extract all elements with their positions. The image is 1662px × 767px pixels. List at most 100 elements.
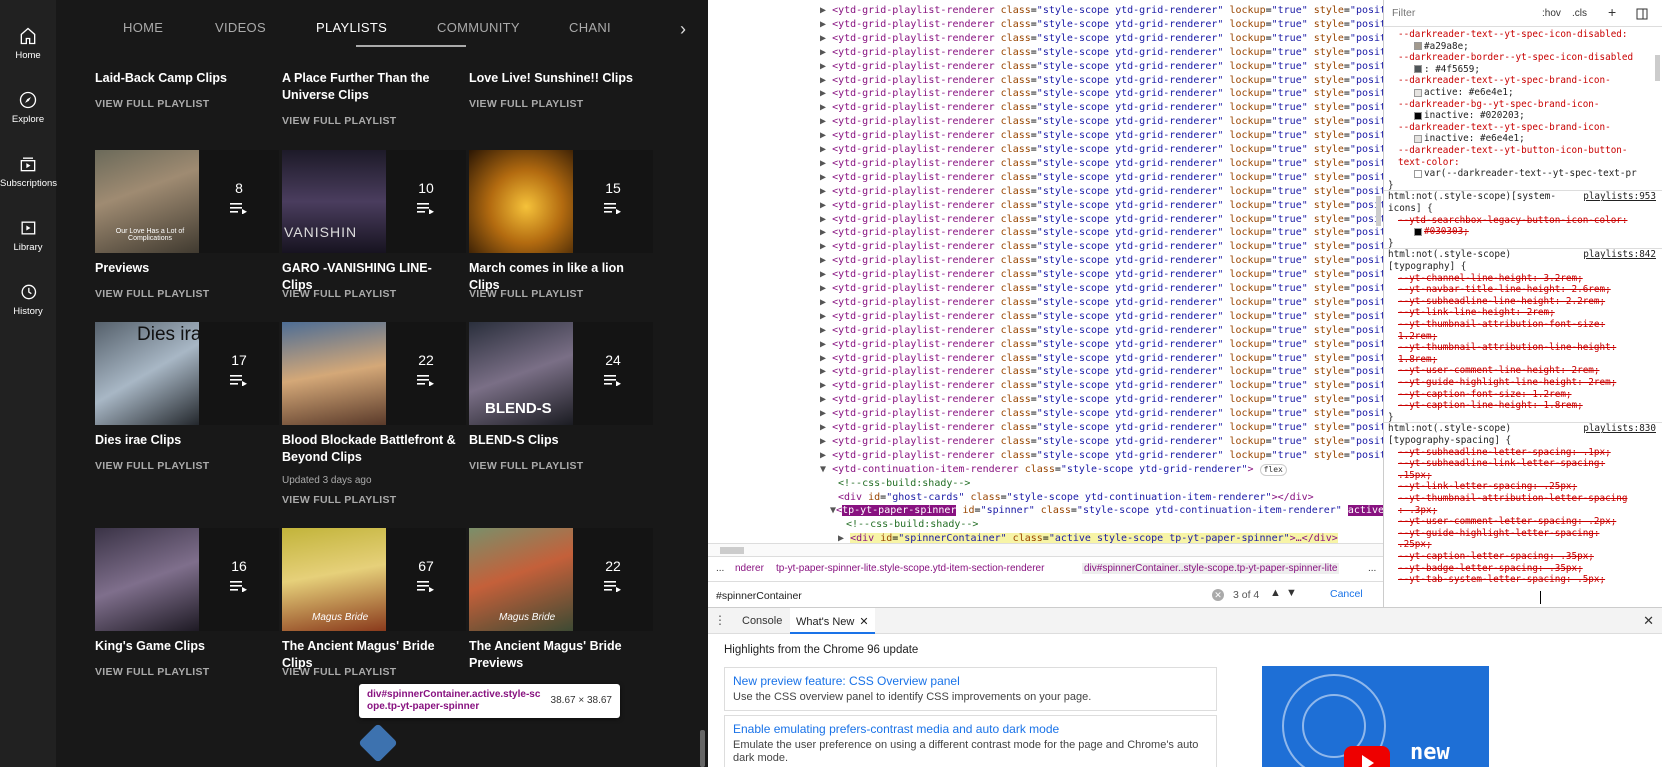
dom-node-line[interactable]: ▶ <ytd-grid-playlist-renderer class="sty…	[820, 352, 1383, 366]
dom-node-line[interactable]: ▶ <ytd-grid-playlist-renderer class="sty…	[820, 32, 1383, 46]
playlist-title[interactable]: Laid-Back Camp Clips	[95, 70, 277, 87]
view-full-playlist-link[interactable]: VIEW FULL PLAYLIST	[469, 460, 584, 472]
elements-scrollbar[interactable]	[1376, 196, 1381, 226]
dom-node-line[interactable]: ▶ <ytd-grid-playlist-renderer class="sty…	[820, 199, 1383, 213]
dom-node-line[interactable]: ▶ <ytd-grid-playlist-renderer class="sty…	[820, 365, 1383, 379]
feature-title[interactable]: Enable emulating prefers-contrast media …	[733, 722, 1208, 736]
dom-node-line[interactable]: ▶ <ytd-grid-playlist-renderer class="sty…	[820, 268, 1383, 282]
color-swatch[interactable]	[1414, 42, 1422, 51]
dom-node-line[interactable]: ▶ <ytd-grid-playlist-renderer class="sty…	[820, 143, 1383, 157]
playlist-thumbnail[interactable]: Dies irae 17	[95, 322, 279, 425]
color-swatch[interactable]	[1414, 88, 1422, 97]
playlist-title[interactable]: A Place Further Than the Universe Clips	[282, 70, 464, 104]
style-declaration[interactable]: icons] {	[1384, 203, 1662, 215]
style-declaration[interactable]: [typography-spacing] {	[1384, 435, 1662, 447]
tab-channels[interactable]: CHANI	[569, 20, 611, 35]
chevron-right-icon[interactable]: ›	[680, 19, 686, 40]
style-declaration[interactable]: #a29a8e;	[1384, 41, 1662, 53]
style-declaration[interactable]: --yt-channel-line-height: 3.2rem;	[1384, 273, 1662, 285]
view-full-playlist-link[interactable]: VIEW FULL PLAYLIST	[282, 494, 397, 506]
style-declaration[interactable]: --yt-link-letter-spacing: .25px;	[1384, 481, 1662, 493]
dom-node-line[interactable]: ▶ <ytd-grid-playlist-renderer class="sty…	[820, 185, 1383, 199]
color-swatch[interactable]	[1414, 227, 1422, 236]
style-declaration[interactable]: --darkreader-border--yt-spec-icon-disabl…	[1384, 52, 1662, 64]
style-declaration[interactable]: --darkreader-text--yt-spec-icon-disabled…	[1384, 29, 1662, 41]
style-declaration[interactable]: --yt-tab-system-letter-spacing: .5px;	[1384, 574, 1662, 586]
dom-node-line[interactable]: ▶ <ytd-grid-playlist-renderer class="sty…	[820, 157, 1383, 171]
breadcrumb-item[interactable]: nderer	[735, 563, 764, 574]
close-drawer-icon[interactable]: ✕	[1643, 613, 1654, 629]
horizontal-scrollbar[interactable]	[708, 543, 1383, 556]
tab-whats-new[interactable]: What's New ✕	[790, 608, 875, 634]
style-declaration[interactable]: [typography] {	[1384, 261, 1662, 273]
dom-node-line[interactable]: ▶ <ytd-grid-playlist-renderer class="sty…	[820, 129, 1383, 143]
previous-match-icon[interactable]: ▲	[1270, 587, 1281, 599]
style-declaration[interactable]: --darkreader-text--yt-spec-brand-icon-	[1384, 122, 1662, 134]
dom-node-line[interactable]: ▶ <ytd-grid-playlist-renderer class="sty…	[820, 226, 1383, 240]
style-declaration[interactable]: --yt-guide-highlight-line-height: 2rem;	[1384, 377, 1662, 389]
dom-node-line[interactable]: <div id="ghost-cards" class="style-scope…	[838, 491, 1314, 505]
style-declaration[interactable]: --yt-thumbnail-attribution-letter-spacin…	[1384, 493, 1662, 505]
dom-node-line[interactable]: ▶ <ytd-grid-playlist-renderer class="sty…	[820, 407, 1383, 421]
dom-node-line[interactable]: ▶ <ytd-grid-playlist-renderer class="sty…	[820, 449, 1383, 463]
view-full-playlist-link[interactable]: VIEW FULL PLAYLIST	[95, 98, 210, 110]
guide-item-home[interactable]: Home	[0, 26, 56, 82]
view-full-playlist-link[interactable]: VIEW FULL PLAYLIST	[95, 460, 210, 472]
dom-node-line[interactable]: ▼<tp-yt-paper-spinner id="spinner" class…	[830, 504, 1383, 518]
feature-card[interactable]: Enable emulating prefers-contrast media …	[724, 715, 1217, 767]
dom-node-line[interactable]: ▶ <ytd-grid-playlist-renderer class="sty…	[820, 393, 1383, 407]
color-swatch[interactable]	[1414, 169, 1422, 178]
guide-item-history[interactable]: History	[0, 282, 56, 338]
sidebar-toggle-icon[interactable]	[1636, 8, 1648, 20]
playlist-thumbnail[interactable]: BLEND-S 24	[469, 322, 653, 425]
source-link[interactable]: playlists:953	[1583, 191, 1656, 203]
tab-home[interactable]: HOME	[123, 20, 163, 35]
style-declaration[interactable]: : .3px;	[1384, 505, 1662, 517]
style-declaration[interactable]: 1.8rem;	[1384, 354, 1662, 366]
style-declaration[interactable]: --yt-thumbnail-attribution-line-height:	[1384, 342, 1662, 354]
new-rule-icon[interactable]: +	[1608, 4, 1616, 20]
style-declaration[interactable]: --yt-user-comment-letter-spacing: .2px;	[1384, 516, 1662, 528]
tab-videos[interactable]: VIDEOS	[215, 20, 266, 35]
style-declaration[interactable]: --yt-badge-letter-spacing: .35px;	[1384, 563, 1662, 575]
rule-selector[interactable]: html:not(.style-scope) playlists:842	[1384, 249, 1662, 261]
feature-card[interactable]: New preview feature: CSS Overview panel …	[724, 667, 1217, 711]
playlist-thumbnail[interactable]: Our Love Has a Lot of Complications 8	[95, 150, 279, 253]
rule-selector[interactable]: html:not(.style-scope)[system-playlists:…	[1384, 191, 1662, 203]
dom-node-line[interactable]: ▶ <ytd-grid-playlist-renderer class="sty…	[820, 60, 1383, 74]
dom-node-line[interactable]: ▶ <ytd-grid-playlist-renderer class="sty…	[820, 324, 1383, 338]
dom-node-line[interactable]: ▶ <ytd-grid-playlist-renderer class="sty…	[820, 101, 1383, 115]
style-declaration[interactable]: 1.2rem;	[1384, 331, 1662, 343]
playlist-thumbnail[interactable]: 16	[95, 528, 279, 631]
dom-node-line[interactable]: ▶ <ytd-grid-playlist-renderer class="sty…	[820, 115, 1383, 129]
style-declaration[interactable]: active: #e6e4e1;	[1384, 87, 1662, 99]
dom-node-line[interactable]: ▶ <ytd-grid-playlist-renderer class="sty…	[820, 46, 1383, 60]
style-declaration[interactable]: .15px;	[1384, 470, 1662, 482]
style-declaration[interactable]: text-color:	[1384, 157, 1662, 169]
playlist-title[interactable]: Blood Blockade Battlefront & Beyond Clip…	[282, 432, 464, 466]
playlist-title[interactable]: Love Live! Sunshine!! Clips	[469, 70, 651, 87]
dom-node-line[interactable]: ▶ <ytd-grid-playlist-renderer class="sty…	[820, 240, 1383, 254]
flex-badge[interactable]: flex	[1259, 463, 1287, 476]
style-declaration[interactable]: --darkreader-bg--yt-spec-brand-icon-	[1384, 99, 1662, 111]
view-full-playlist-link[interactable]: VIEW FULL PLAYLIST	[95, 288, 210, 300]
dom-node-line[interactable]: ▶ <ytd-grid-playlist-renderer class="sty…	[820, 74, 1383, 88]
dom-node-line[interactable]: ▶ <ytd-grid-playlist-renderer class="sty…	[820, 296, 1383, 310]
style-declaration[interactable]: --yt-subheadline-letter-spacing: .1px;	[1384, 447, 1662, 459]
playlist-title[interactable]: Dies irae Clips	[95, 432, 277, 449]
dom-node-line[interactable]: ▶ <div id="spinnerContainer" class="acti…	[838, 532, 1338, 543]
cancel-button[interactable]: Cancel	[1330, 588, 1363, 600]
breadcrumb-item[interactable]: ...	[1368, 563, 1376, 574]
breadcrumb-item[interactable]: ...	[716, 563, 724, 574]
dom-node-line[interactable]: ▶ <ytd-grid-playlist-renderer class="sty…	[820, 213, 1383, 227]
style-declaration[interactable]: --yt-guide-highlight-letter-spacing:	[1384, 528, 1662, 540]
style-declaration[interactable]: .25px;	[1384, 539, 1662, 551]
playlist-thumbnail[interactable]: Magus Bride 67	[282, 528, 466, 631]
style-declaration[interactable]: --yt-link-line-height: 2rem;	[1384, 307, 1662, 319]
source-link[interactable]: playlists:830	[1583, 423, 1656, 435]
feature-title[interactable]: New preview feature: CSS Overview panel	[733, 674, 1208, 688]
playlist-title[interactable]: Previews	[95, 260, 277, 277]
style-declaration[interactable]: --darkreader-text--yt-spec-brand-icon-	[1384, 75, 1662, 87]
playlist-title[interactable]: The Ancient Magus' Bride Previews	[469, 638, 651, 672]
view-full-playlist-link[interactable]: VIEW FULL PLAYLIST	[282, 666, 397, 678]
